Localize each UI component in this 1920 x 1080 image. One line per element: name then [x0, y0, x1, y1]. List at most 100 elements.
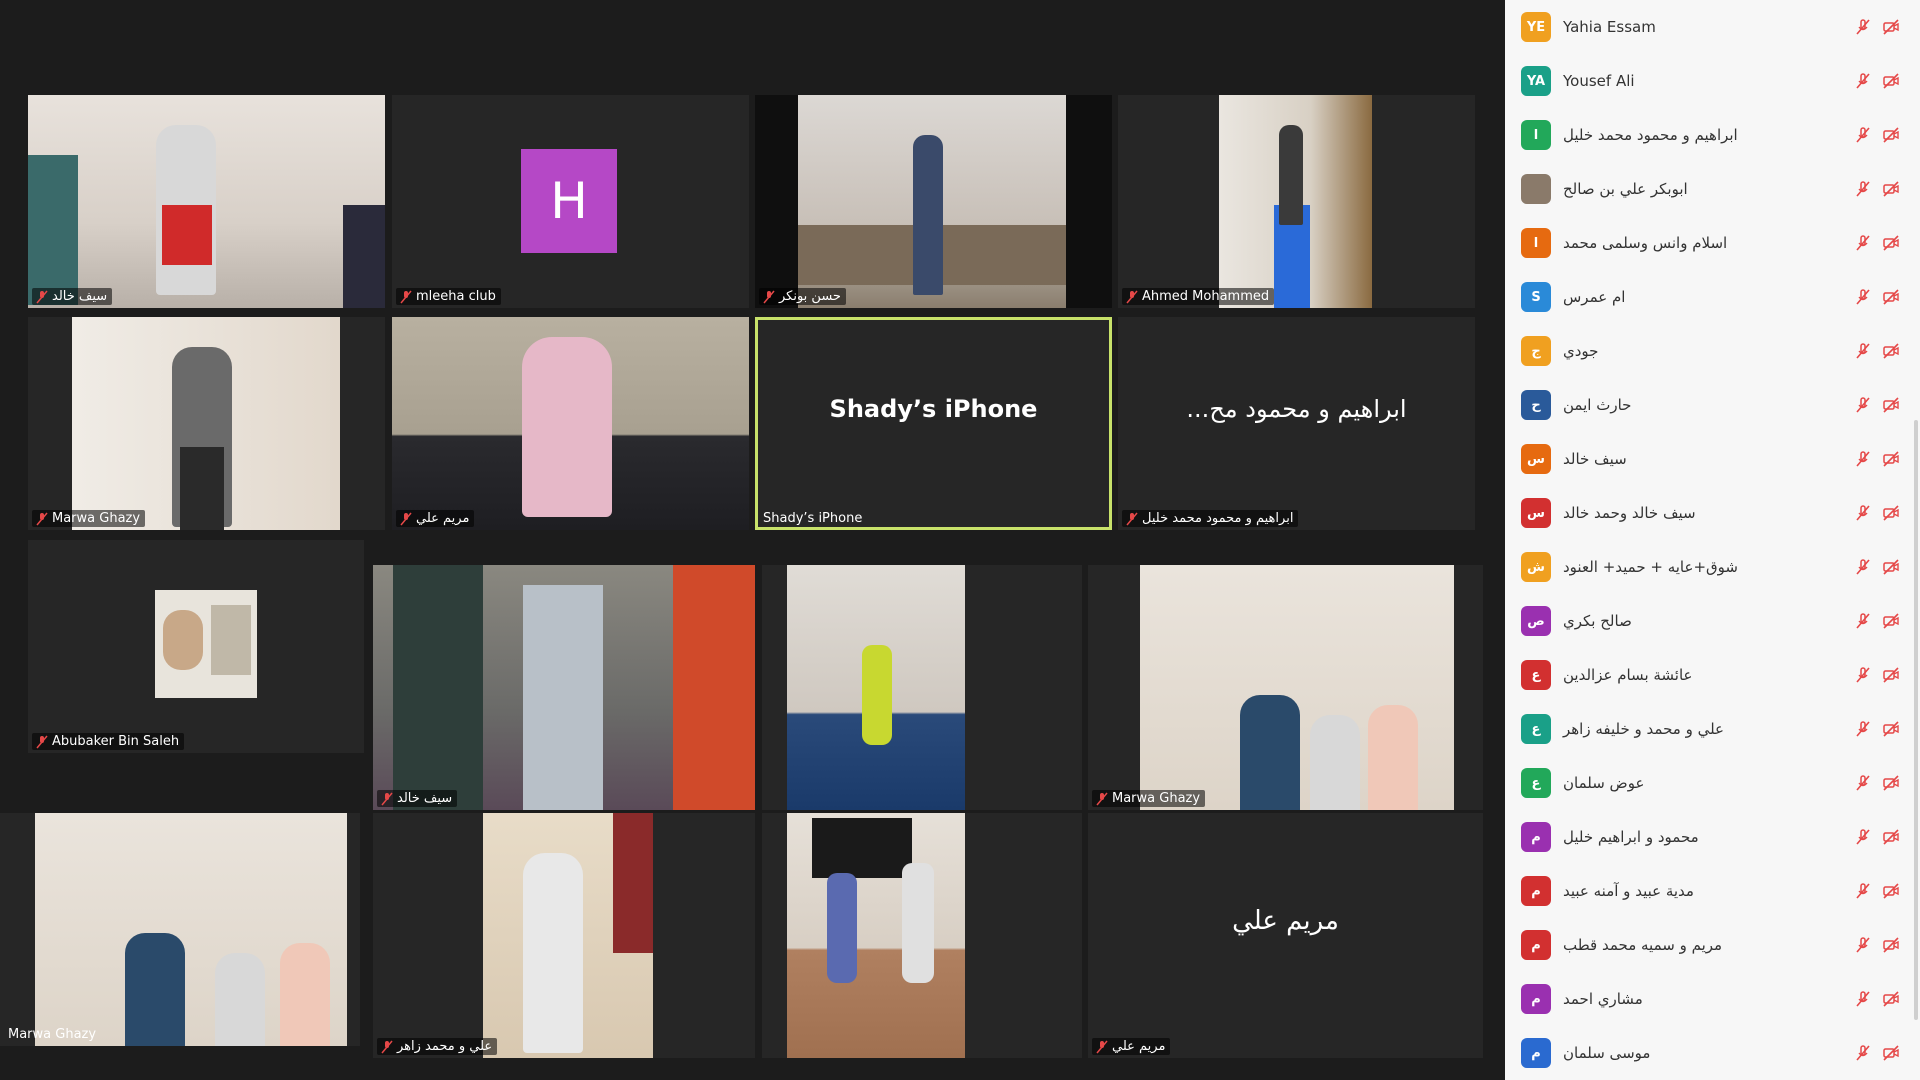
participant-row[interactable]: م مدية عبيد و آمنه عبيد: [1505, 864, 1920, 918]
participant-row[interactable]: ح حارث ايمن: [1505, 378, 1920, 432]
participant-row[interactable]: م مريم و سميه محمد قطب: [1505, 918, 1920, 972]
video-tile[interactable]: Marwa Ghazy: [28, 317, 385, 530]
participant-row[interactable]: ش شوق+عايه + حميد+ العنود: [1505, 540, 1920, 594]
muted-mic-icon[interactable]: [1854, 774, 1872, 792]
participant-avatar: ا: [1521, 228, 1551, 258]
participant-name: محمود و ابراهيم خليل: [1563, 828, 1699, 846]
video-off-icon[interactable]: [1882, 882, 1900, 900]
video-tile[interactable]: Abubaker Bin Saleh: [28, 540, 364, 753]
participant-row[interactable]: ص صالح بكري: [1505, 594, 1920, 648]
muted-mic-icon[interactable]: [1854, 504, 1872, 522]
participant-name-label: Marwa Ghazy: [8, 1027, 97, 1042]
video-tile[interactable]: ...ابراهيم و محمود مح ابراهيم و محمود مح…: [1118, 317, 1475, 530]
muted-mic-icon[interactable]: [1854, 180, 1872, 198]
muted-mic-icon: [36, 735, 48, 748]
muted-mic-icon[interactable]: [1854, 450, 1872, 468]
participant-row[interactable]: م موسى سلمان: [1505, 1026, 1920, 1080]
video-tile[interactable]: H mleeha club: [392, 95, 749, 308]
muted-mic-icon[interactable]: [1854, 828, 1872, 846]
participant-avatar: م: [1521, 984, 1551, 1014]
video-off-icon[interactable]: [1882, 828, 1900, 846]
video-tile[interactable]: Marwa Ghazy: [0, 813, 360, 1046]
video-off-icon[interactable]: [1882, 288, 1900, 306]
participant-row[interactable]: ابوبكر علي بن صالح: [1505, 162, 1920, 216]
participant-row[interactable]: س سيف خالد: [1505, 432, 1920, 486]
participant-row[interactable]: م محمود و ابراهيم خليل: [1505, 810, 1920, 864]
participant-row[interactable]: ا اسلام وانس وسلمى محمد: [1505, 216, 1920, 270]
muted-mic-icon: [763, 290, 775, 303]
video-off-icon[interactable]: [1882, 612, 1900, 630]
participant-name-label: Ahmed Mohammed: [1122, 288, 1275, 305]
muted-mic-icon[interactable]: [1854, 1044, 1872, 1062]
muted-mic-icon[interactable]: [1854, 126, 1872, 144]
muted-mic-icon[interactable]: [1854, 72, 1872, 90]
video-feed: [1219, 95, 1372, 308]
video-off-icon[interactable]: [1882, 558, 1900, 576]
video-tile[interactable]: حسن بونكر: [755, 95, 1112, 308]
participant-row[interactable]: S ام عمرس: [1505, 270, 1920, 324]
video-gallery: سيف خالد H mleeha club حسن بونكر Ahmed M…: [0, 0, 1505, 1080]
video-tile[interactable]: مريم علي: [392, 317, 749, 530]
muted-mic-icon[interactable]: [1854, 18, 1872, 36]
muted-mic-icon[interactable]: [1854, 666, 1872, 684]
muted-mic-icon[interactable]: [1854, 288, 1872, 306]
muted-mic-icon[interactable]: [1854, 342, 1872, 360]
video-off-icon[interactable]: [1882, 1044, 1900, 1062]
video-feed: [392, 317, 749, 530]
video-off-icon[interactable]: [1882, 72, 1900, 90]
participant-status-icons: [1854, 126, 1900, 144]
video-off-icon[interactable]: [1882, 342, 1900, 360]
participant-row[interactable]: YE Yahia Essam: [1505, 0, 1920, 54]
video-tile[interactable]: [762, 565, 1082, 810]
participant-avatar: YE: [1521, 12, 1551, 42]
video-off-icon[interactable]: [1882, 990, 1900, 1008]
participant-name-label: Shady’s iPhone: [763, 511, 863, 526]
video-off-icon[interactable]: [1882, 720, 1900, 738]
video-off-icon[interactable]: [1882, 180, 1900, 198]
participant-row[interactable]: ع عوض سلمان: [1505, 756, 1920, 810]
video-off-icon[interactable]: [1882, 234, 1900, 252]
participant-status-icons: [1854, 234, 1900, 252]
video-off-icon[interactable]: [1882, 18, 1900, 36]
participant-status-icons: [1854, 828, 1900, 846]
video-tile[interactable]: علي و محمد زاهر: [373, 813, 755, 1058]
video-off-icon[interactable]: [1882, 504, 1900, 522]
participant-row[interactable]: س سيف خالد وحمد خالد: [1505, 486, 1920, 540]
video-tile[interactable]: سيف خالد: [28, 95, 385, 308]
video-tile[interactable]: [762, 813, 1082, 1058]
video-tile[interactable]: Ahmed Mohammed: [1118, 95, 1475, 308]
muted-mic-icon[interactable]: [1854, 234, 1872, 252]
participant-row[interactable]: م مشاري احمد: [1505, 972, 1920, 1026]
video-tile[interactable]: Marwa Ghazy: [1088, 565, 1483, 810]
muted-mic-icon[interactable]: [1854, 990, 1872, 1008]
participant-status-icons: [1854, 882, 1900, 900]
participant-name: مدية عبيد و آمنه عبيد: [1563, 882, 1694, 900]
muted-mic-icon[interactable]: [1854, 612, 1872, 630]
participant-row[interactable]: YA Yousef Ali: [1505, 54, 1920, 108]
video-tile[interactable]: سيف خالد: [373, 565, 755, 810]
muted-mic-icon[interactable]: [1854, 396, 1872, 414]
participant-avatar: H: [521, 149, 617, 253]
scrollbar[interactable]: [1914, 420, 1918, 1020]
participant-row[interactable]: ج جودي: [1505, 324, 1920, 378]
participant-avatar: س: [1521, 498, 1551, 528]
video-off-icon[interactable]: [1882, 774, 1900, 792]
muted-mic-icon[interactable]: [1854, 936, 1872, 954]
participant-name: صالح بكري: [1563, 612, 1632, 630]
muted-mic-icon[interactable]: [1854, 558, 1872, 576]
participant-name: ام عمرس: [1563, 288, 1626, 306]
video-off-icon[interactable]: [1882, 450, 1900, 468]
participant-status-icons: [1854, 18, 1900, 36]
video-off-icon[interactable]: [1882, 126, 1900, 144]
participant-row[interactable]: ع عائشة بسام عزالدين: [1505, 648, 1920, 702]
video-off-icon[interactable]: [1882, 396, 1900, 414]
video-off-icon[interactable]: [1882, 936, 1900, 954]
participant-row[interactable]: ا ابراهيم و محمود محمد خليل: [1505, 108, 1920, 162]
active-speaker-tile[interactable]: Shady’s iPhone Shady’s iPhone: [755, 317, 1112, 530]
participant-name: Yousef Ali: [1563, 72, 1635, 90]
video-tile[interactable]: مريم علي مريم علي: [1088, 813, 1483, 1058]
participant-row[interactable]: ع علي و محمد و خليفه زاهر: [1505, 702, 1920, 756]
muted-mic-icon[interactable]: [1854, 882, 1872, 900]
muted-mic-icon[interactable]: [1854, 720, 1872, 738]
video-off-icon[interactable]: [1882, 666, 1900, 684]
